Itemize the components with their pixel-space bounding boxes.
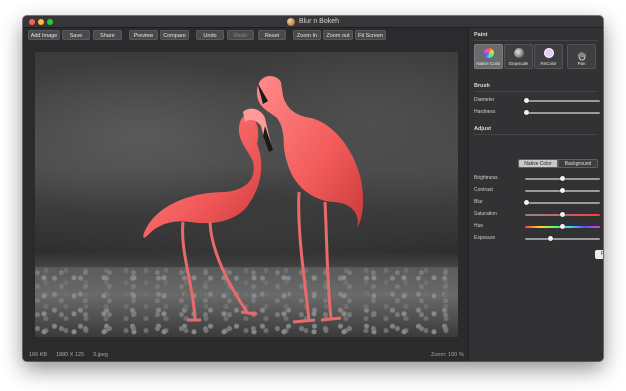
exposure-slider-knob[interactable] [548, 236, 554, 241]
zoom-level: Zoom: 100 % [431, 352, 464, 358]
divider [474, 40, 598, 41]
right-flamingo [257, 76, 364, 324]
hardness-label: Hardness [474, 109, 496, 115]
title-bar: Blur n Bokeh [23, 16, 603, 28]
divider [474, 91, 598, 92]
share-button[interactable]: Share [93, 30, 122, 40]
zoom-in-button[interactable]: Zoom In [293, 30, 321, 40]
native-color-segment[interactable]: Native Color [518, 159, 558, 168]
brightness-slider-knob[interactable] [560, 176, 565, 181]
saturation-slider-knob[interactable] [560, 212, 565, 217]
app-icon [286, 17, 295, 26]
tool-label: ReColor [540, 61, 557, 66]
reset-toolbar-button[interactable]: Reset [258, 30, 286, 40]
image-dimensions: 1880 X 125 [56, 352, 85, 358]
undo-button[interactable]: Undo [196, 30, 224, 40]
redo-button[interactable]: Redo [227, 30, 254, 40]
status-bar: 166 KB 1880 X 125 3.jpeg Zoom: 100 % [23, 349, 468, 361]
file-name: 3.jpeg [93, 352, 108, 358]
blur-slider-track[interactable] [525, 202, 600, 204]
paint-section-title: Paint [474, 32, 488, 38]
diameter-label: Diameter [474, 97, 495, 103]
reset-adjustments-button[interactable]: Reset [595, 250, 603, 259]
add-image-button[interactable]: Add Image [28, 30, 60, 40]
color-wheel-icon [484, 48, 494, 58]
photo-canvas[interactable] [35, 52, 458, 337]
adjust-section-title: Adjust [474, 126, 492, 132]
diameter-slider-knob[interactable] [524, 98, 529, 103]
app-window: Blur n Bokeh Add Image Save Share Previe… [23, 16, 603, 361]
zoom-out-button[interactable]: Zoom out [323, 30, 353, 40]
divider [474, 134, 598, 135]
contrast-label: Contrast [474, 187, 493, 193]
hardness-slider-knob[interactable] [524, 110, 529, 115]
tool-label: Native Color [476, 61, 501, 66]
fit-screen-button[interactable]: Fit Screen [355, 30, 386, 40]
brush-section-title: Brush [474, 83, 490, 89]
tool-pan[interactable]: Pan [567, 44, 596, 69]
window-title: Blur n Bokeh [298, 18, 340, 25]
tool-native-color[interactable]: Native Color [474, 44, 503, 69]
blur-label: Blur [474, 199, 483, 205]
exposure-slider-track[interactable] [525, 238, 600, 240]
flamingos-illustration [143, 76, 364, 324]
blur-slider-knob[interactable] [524, 200, 529, 205]
exposure-label: Exposure [474, 235, 496, 241]
hand-icon [577, 48, 587, 61]
side-panel: Paint Native Color Grayscale ReColor Pan… [468, 28, 603, 361]
saturation-label: Saturation [474, 211, 497, 217]
preview-button[interactable]: Preview [129, 30, 158, 40]
toolbar: Add Image Save Share Preview Compare Und… [23, 28, 468, 42]
file-size: 166 KB [29, 352, 48, 358]
tool-grayscale[interactable]: Grayscale [504, 44, 533, 69]
tool-label: Pan [577, 61, 586, 66]
brightness-label: Brightness [474, 175, 498, 181]
diameter-slider-track[interactable] [525, 100, 600, 102]
hue-label: Hue [474, 223, 484, 229]
contrast-slider-knob[interactable] [560, 188, 565, 193]
left-flamingo [143, 108, 273, 322]
tool-label: Grayscale [508, 61, 529, 66]
compare-button[interactable]: Compare [160, 30, 189, 40]
hue-slider-knob[interactable] [560, 224, 565, 229]
background-segment[interactable]: Background [558, 159, 598, 168]
recolor-icon [544, 48, 554, 58]
save-button[interactable]: Save [62, 30, 90, 40]
hardness-slider-track[interactable] [525, 112, 600, 114]
canvas-area [23, 44, 468, 349]
grayscale-icon [514, 48, 524, 58]
tool-recolor[interactable]: ReColor [534, 44, 563, 69]
